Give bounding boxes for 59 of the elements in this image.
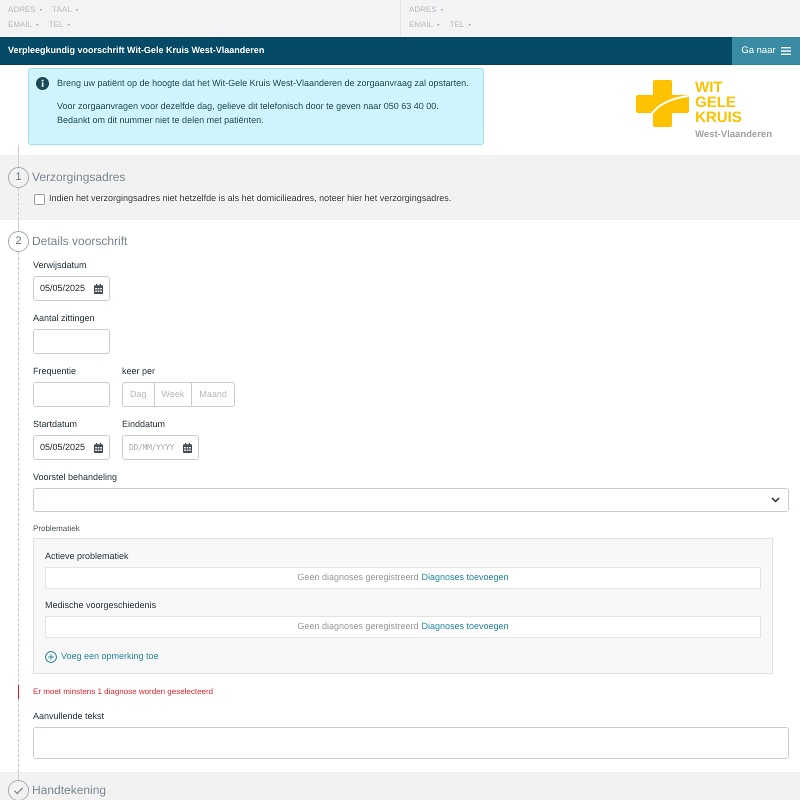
logo-subtitle: West-Vlaanderen (695, 129, 772, 140)
menu-icon (780, 47, 791, 55)
calendar-icon (94, 442, 103, 452)
section-label: Problematiek (33, 524, 80, 534)
select-field[interactable] (33, 488, 789, 512)
field-label: Aanvullende tekst (33, 710, 104, 722)
field-label: ADRES (409, 5, 437, 15)
field-label: Frequentie (33, 365, 76, 377)
date-field[interactable]: 05/05/2025 (33, 435, 110, 460)
field-value: - (76, 5, 78, 15)
empty-state-text: Geen diagnoses geregistreerd (297, 620, 418, 634)
alert-text: Voor zorgaanvragen voor dezelfde dag, gelieve dit telefonisch door te geven naar 050 63 40 00. Bedankt om dit nummer niet te delen met patiënten. (57, 100, 439, 127)
field-label: Aantal zittingen (33, 312, 95, 324)
field-label: TAAL (52, 5, 72, 15)
alert-text: Breng uw patiënt op de hoogte dat het Wit-Gele Kruis West-Vlaanderen de zorgaanvraag zal opstarten. (57, 77, 469, 90)
textarea-field[interactable] (33, 727, 789, 759)
step-number: 2 (8, 231, 29, 252)
field-value: - (40, 5, 42, 15)
field-label: ADRES (8, 5, 36, 15)
step-title: Handtekening (32, 783, 106, 798)
field-label: EMAIL (8, 20, 32, 30)
add-diagnoses-link[interactable]: Diagnoses toevoegen (422, 571, 509, 585)
field-label: Voorstel behandeling (33, 471, 118, 483)
add-note-link[interactable]: Voeg een opmerking toe (45, 651, 159, 663)
step-title: Verzorgingsadres (32, 170, 126, 185)
checkbox-label: Indien het verzorgingsadres niet hetzelfde is als het domicilieadres, noteer hier het verzorgingsadres. (49, 192, 452, 206)
field-label: keer per (122, 365, 156, 377)
date-field[interactable]: DD/MM/YYYY (122, 435, 199, 460)
field-value: - (468, 20, 472, 30)
step-number: 1 (8, 167, 29, 188)
add-diagnoses-link[interactable]: Diagnoses toevoegen (422, 620, 509, 634)
empty-state-text: Geen diagnoses geregistreerd (297, 571, 418, 584)
field-label: Verwijsdatum (33, 259, 87, 271)
field-value: - (437, 20, 440, 30)
field-label: EMAIL (409, 20, 434, 30)
menu-button[interactable]: Ga naar (732, 37, 800, 65)
field-label: Medische voorgeschiedenis (45, 599, 156, 611)
info-icon (36, 76, 49, 90)
error-message: Er moet minstens 1 diagnose worden geselecteerd (18, 685, 214, 699)
calendar-icon (183, 442, 192, 452)
checkbox[interactable] (34, 194, 45, 204)
field-label: Actieve problematiek (45, 550, 129, 562)
page-title: Verpleegkundig voorschrift Wit-Gele Kruis West-Vlaanderen (7, 44, 264, 58)
plus-circle-icon (45, 651, 57, 663)
text-field[interactable] (33, 329, 110, 354)
field-value: - (36, 20, 39, 30)
field-label: TEL (450, 20, 464, 30)
logo-wordmark: WIT GELE KRUIS (695, 80, 743, 125)
field-label: TEL (48, 20, 64, 30)
field-value: - (440, 5, 444, 15)
text-field[interactable] (33, 382, 110, 407)
calendar-icon (94, 284, 103, 294)
step-title: Details voorschrift (32, 234, 128, 249)
date-field[interactable]: 05/05/2025 (33, 276, 110, 301)
field-label: Einddatum (122, 418, 166, 430)
field-label: Startdatum (33, 418, 78, 430)
field-value: - (67, 20, 70, 30)
logo-cross-icon (636, 80, 690, 127)
chevron-down-icon (771, 497, 780, 503)
